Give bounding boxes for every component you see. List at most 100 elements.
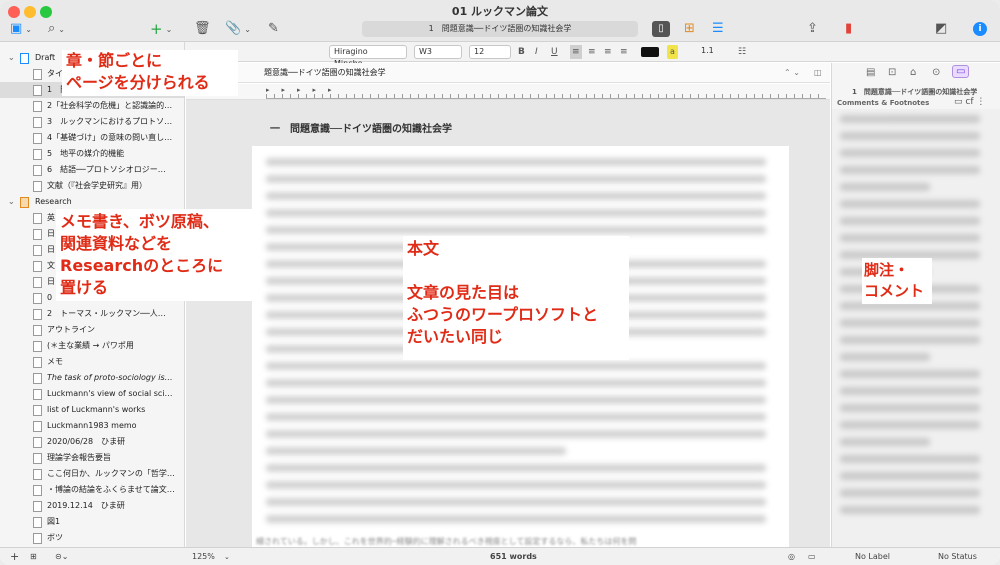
binder-item-label: 3 ルックマンにおけるプロトソ… — [47, 117, 173, 126]
binder-item-label: 2020/06/28 ひま研 — [47, 437, 126, 446]
binder-item[interactable]: ・博論の結論をふくらませて論文… — [0, 482, 184, 498]
annotation-line: 関連資料などを — [60, 234, 173, 253]
snapshot-tab-icon[interactable]: ⊙ — [932, 67, 940, 78]
binder-item-label: 日 — [47, 229, 55, 238]
add-item-icon[interactable]: + — [10, 548, 19, 565]
binder-item[interactable]: 2「社会科学の危機」と認識論的… — [0, 98, 184, 114]
align-left-icon: ≡ — [572, 47, 580, 57]
comments-footnotes-label: Comments & Footnotes — [837, 99, 930, 107]
zoom-select[interactable]: 125% — [192, 548, 215, 565]
blurred-comment-line — [840, 200, 980, 208]
binder-item[interactable]: ボツ — [0, 530, 184, 546]
add-comment-icon[interactable]: ▭ cf ⋮ — [954, 97, 985, 107]
document-path-bar[interactable]: 1 問題意識──ドイツ語圏の知識社会学 — [362, 21, 638, 37]
justify-button[interactable]: ≡ — [620, 45, 628, 59]
outline-button[interactable]: ☰ — [712, 21, 724, 37]
justify-icon: ≡ — [620, 47, 628, 57]
binder-item[interactable]: メモ — [0, 354, 184, 370]
bold-button[interactable]: B — [518, 45, 525, 59]
composition-mode-button[interactable]: ◩ — [935, 21, 947, 37]
binder-item[interactable]: (＊主な業績 → パワポ用 — [0, 338, 184, 354]
corkboard-button[interactable]: ⊞ — [684, 21, 695, 37]
status-bar: + ⊞ ⊝⌄ 125% ⌄ 651 words ◎ ▭ No Label No … — [0, 547, 1000, 565]
label-select[interactable]: No Label — [855, 548, 890, 565]
binder-item[interactable]: ここ何日か、ルックマンの「哲学… — [0, 466, 184, 482]
binder-item-label: ・博論の結論をふくらませて論文… — [47, 485, 175, 494]
compose-button[interactable]: ✎ — [268, 21, 279, 37]
binder-item[interactable]: 文献（『社会学史研究』用） — [0, 178, 184, 194]
tab-stops[interactable]: ▸▸▸▸▸ — [266, 86, 344, 94]
status-select[interactable]: No Status — [938, 548, 977, 565]
plus-icon: + — [150, 20, 163, 38]
title-bar: 01 ルックマン論文 ▣ ⌄ ⌕ ⌄ + ⌄ 🗑 📎 ⌄ ✎ 1 問題意識──ドイツ語圏… — [0, 0, 1000, 42]
comments-tab-icon[interactable]: ▭ — [952, 65, 970, 78]
binder-item[interactable]: 2019.12.14 ひま研 — [0, 498, 184, 514]
document-icon — [33, 245, 42, 256]
italic-button[interactable]: I — [535, 45, 538, 59]
binder-item[interactable]: Luckmann1983 memo — [0, 418, 184, 434]
bookmarks-tab-icon[interactable]: ⊡ — [888, 67, 896, 78]
view-toggle-button[interactable]: ▣ ⌄ — [10, 21, 32, 37]
blurred-text-line — [266, 515, 766, 523]
document-icon — [33, 309, 42, 320]
chevron-down-icon: ⌄ — [8, 53, 15, 62]
trash-button[interactable]: 🗑 — [194, 21, 211, 37]
add-button[interactable]: + ⌄ — [150, 21, 172, 37]
binder-item[interactable]: 4「基礎づけ」の意味の問い直し… — [0, 130, 184, 146]
search-button[interactable]: ⌕ ⌄ — [48, 21, 65, 37]
target-icon[interactable]: ◎ — [788, 548, 795, 565]
highlight-button[interactable]: a — [667, 45, 678, 59]
notes-tab-icon[interactable]: ▤ — [866, 67, 875, 78]
blurred-comment-line — [840, 115, 980, 123]
split-editor-icon[interactable]: ◫ — [814, 63, 822, 83]
view-document-button[interactable]: ▯ — [652, 21, 670, 37]
list-icon: ☷ — [738, 47, 747, 57]
binder-item[interactable]: アウトライン — [0, 322, 184, 338]
line-spacing-select[interactable]: 1.1 — [697, 45, 731, 59]
font-size-select[interactable]: 12 — [469, 45, 511, 59]
status-doc-icon[interactable]: ▭ — [808, 548, 816, 565]
list-button[interactable]: ☷ — [738, 45, 746, 59]
blurred-text-line — [266, 175, 766, 183]
annotation-line: ふつうのワープロソフトと — [407, 305, 599, 324]
document-icon — [33, 149, 42, 160]
info-button[interactable]: i — [973, 22, 987, 36]
metadata-tab-icon[interactable]: ⌂ — [910, 67, 916, 78]
binder-item[interactable]: list of Luckmann's works — [0, 402, 184, 418]
align-center-button[interactable]: ≡ — [588, 45, 596, 59]
document-icon — [33, 357, 42, 368]
binder-item[interactable]: 理論学会報告要旨 — [0, 450, 184, 466]
align-left-button[interactable]: ≡ — [570, 45, 582, 59]
binder-item-label: Luckmann1983 memo — [47, 421, 137, 430]
binder-item[interactable]: 図1 — [0, 514, 184, 530]
binder-item[interactable]: 5 地平の媒介的機能 — [0, 146, 184, 162]
outline-icon: ☰ — [712, 21, 724, 36]
text-color-button[interactable] — [641, 47, 659, 57]
underline-button[interactable]: U — [551, 45, 558, 59]
binder-item[interactable]: 3 ルックマンにおけるプロトソ… — [0, 114, 184, 130]
blurred-comment-line — [840, 183, 930, 191]
document-icon — [33, 229, 42, 240]
attach-button[interactable]: 📎 ⌄ — [225, 21, 251, 37]
share-button[interactable]: ⇪ — [807, 21, 818, 37]
binder-item-label: 4「基礎づけ」の意味の問い直し… — [47, 133, 173, 142]
document-icon — [33, 421, 42, 432]
font-weight-select[interactable]: W3 — [414, 45, 462, 59]
binder-item[interactable]: 2 トーマス・ルックマン──人… — [0, 306, 184, 322]
chevron-down-icon: ⌄ — [244, 24, 251, 34]
ruler[interactable]: ▸▸▸▸▸ — [186, 84, 830, 100]
nav-arrows[interactable]: ⌃ ⌄ — [784, 63, 800, 83]
bookmark-button[interactable]: ▮ — [845, 21, 852, 37]
settings-icon[interactable]: ⊝⌄ — [55, 548, 68, 565]
blurred-comment-line — [840, 489, 980, 497]
binder-item[interactable]: 2020/06/28 ひま研 — [0, 434, 184, 450]
binder-item[interactable]: 6 結語──プロトソシオロジー… — [0, 162, 184, 178]
add-folder-icon[interactable]: ⊞ — [30, 548, 37, 565]
font-family-select[interactable]: Hiragino Mincho... — [329, 45, 407, 68]
research-label: Research — [35, 197, 72, 206]
align-right-button[interactable]: ≡ — [604, 45, 612, 59]
binder-item[interactable]: Luckmann's view of social sci… — [0, 386, 184, 402]
binder-item[interactable]: The task of proto-sociology is… — [0, 370, 184, 386]
research-folder[interactable]: ⌄ Research — [0, 194, 184, 210]
comments-panel[interactable] — [832, 109, 1000, 547]
